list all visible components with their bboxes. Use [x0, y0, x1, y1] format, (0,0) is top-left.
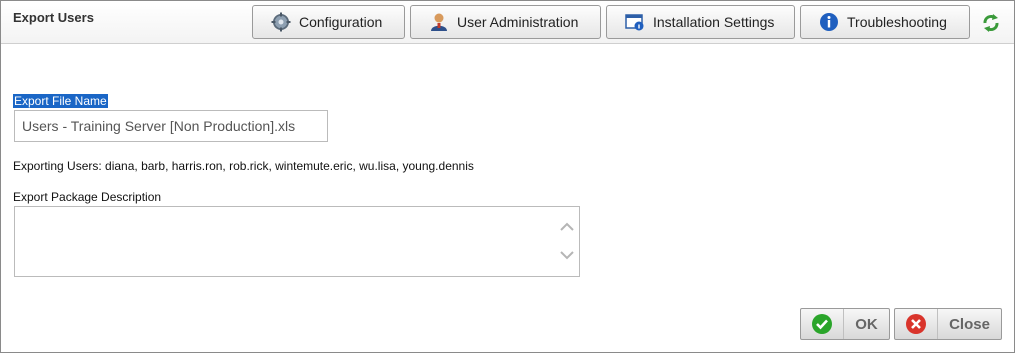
- tab-installation-settings[interactable]: Installation Settings: [606, 5, 795, 39]
- ok-button-label: OK: [855, 315, 878, 333]
- dialog-title: Export Users: [13, 10, 94, 25]
- dialog-header: Export Users Configuration User Administ…: [1, 1, 1014, 44]
- export-users-dialog: Export Users Configuration User Administ…: [0, 0, 1015, 353]
- tab-user-administration[interactable]: User Administration: [410, 5, 601, 39]
- settings-window-icon: [625, 12, 645, 32]
- scroll-down-icon[interactable]: [559, 247, 575, 265]
- export-file-name-label: Export File Name: [13, 94, 108, 108]
- package-description-label: Export Package Description: [13, 190, 162, 204]
- tab-label-user-administration: User Administration: [457, 14, 579, 30]
- exporting-users-text: Exporting Users: diana, barb, harris.ron…: [13, 159, 474, 173]
- tab-label-configuration: Configuration: [299, 14, 383, 30]
- check-icon: [801, 309, 844, 339]
- refresh-icon[interactable]: [979, 11, 1003, 35]
- gear-icon: [271, 12, 291, 32]
- ok-button[interactable]: OK: [800, 308, 890, 340]
- tab-configuration[interactable]: Configuration: [252, 5, 405, 39]
- package-description-textarea[interactable]: [14, 206, 580, 277]
- tab-label-installation-settings: Installation Settings: [653, 14, 775, 30]
- close-button[interactable]: Close: [894, 308, 1002, 340]
- close-button-label: Close: [949, 315, 990, 333]
- export-file-name-input[interactable]: [14, 110, 328, 142]
- export-file-name-label-text: Export File Name: [13, 94, 108, 108]
- textarea-scrollbar[interactable]: [557, 209, 577, 275]
- close-icon: [895, 309, 938, 339]
- tab-troubleshooting[interactable]: Troubleshooting: [800, 5, 970, 39]
- tab-label-troubleshooting: Troubleshooting: [847, 14, 947, 30]
- user-icon: [429, 12, 449, 32]
- scroll-up-icon[interactable]: [559, 219, 575, 237]
- info-icon: [819, 12, 839, 32]
